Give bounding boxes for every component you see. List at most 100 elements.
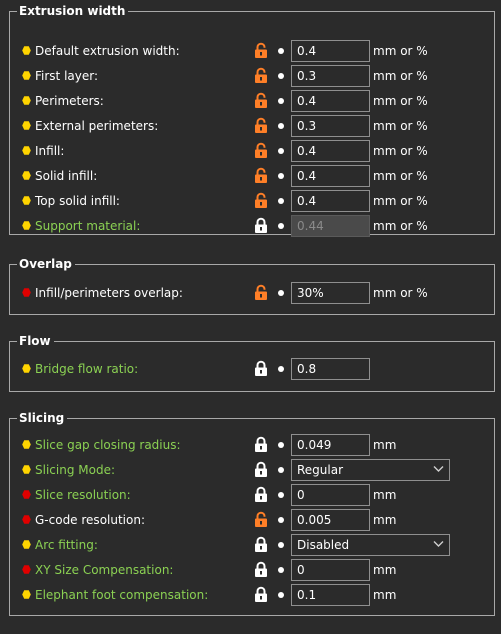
unit-support-material: mm or % [373, 219, 428, 233]
input-first-layer[interactable]: 0.3 [291, 65, 370, 87]
label-first-layer: First layer: [35, 69, 99, 83]
setting-row-slice-resolution: Slice resolution: 0 mm [10, 483, 494, 508]
group-title: Extrusion width [17, 3, 129, 19]
lock-locked-icon[interactable] [254, 461, 268, 478]
lock-unlocked-icon[interactable] [254, 117, 268, 134]
reset-dot-icon[interactable] [278, 467, 284, 473]
unit-g-code-resolution: mm [373, 513, 397, 527]
setting-row-bridge-flow-ratio: Bridge flow ratio: 0.8 [10, 357, 494, 382]
setting-row-xy-size-compensation: XY Size Compensation: 0 mm [10, 558, 494, 583]
reset-dot-icon[interactable] [278, 148, 284, 154]
group-title: Flow [17, 333, 54, 349]
label-top-solid-infill: Top solid infill: [35, 194, 120, 208]
label-solid-infill: Solid infill: [35, 169, 98, 183]
lock-unlocked-icon[interactable] [254, 167, 268, 184]
reset-dot-icon[interactable] [278, 290, 284, 296]
lock-unlocked-icon[interactable] [254, 511, 268, 528]
print-settings-panel: Extrusion width Default extrusion width: 0… [0, 0, 501, 634]
unit-slice-gap-closing-radius: mm [373, 438, 397, 452]
setting-row-slice-gap-closing-radius: Slice gap closing radius: 0.049 mm [10, 433, 494, 458]
unit-default-extrusion-width: mm or % [373, 44, 428, 58]
lock-locked-icon[interactable] [254, 360, 268, 377]
label-support-material: Support material: [35, 219, 141, 233]
reset-dot-icon[interactable] [278, 73, 284, 79]
red-bullet-icon [22, 288, 31, 297]
input-elephant-foot-compensation[interactable]: 0.1 [291, 584, 370, 606]
setting-row-elephant-foot-compensation: Elephant foot compensation: 0.1 mm [10, 583, 494, 608]
reset-dot-icon[interactable] [278, 442, 284, 448]
unit-infill-perimeters-overlap: mm or % [373, 286, 428, 300]
lock-locked-icon[interactable] [254, 486, 268, 503]
chevron-down-icon[interactable] [433, 465, 444, 473]
yellow-bullet-icon [22, 440, 31, 449]
input-bridge-flow-ratio[interactable]: 0.8 [291, 358, 370, 380]
reset-dot-icon[interactable] [278, 567, 284, 573]
select-value: Regular [297, 463, 344, 477]
label-bridge-flow-ratio: Bridge flow ratio: [35, 362, 139, 376]
input-infill-perimeters-overlap[interactable]: 30% [291, 282, 370, 304]
reset-dot-icon[interactable] [278, 48, 284, 54]
setting-row-g-code-resolution: G-code resolution: 0.005 mm [10, 508, 494, 533]
reset-dot-icon[interactable] [278, 198, 284, 204]
input-solid-infill[interactable]: 0.4 [291, 165, 370, 187]
red-bullet-icon [22, 565, 31, 574]
unit-external-perimeters: mm or % [373, 119, 428, 133]
input-slice-resolution[interactable]: 0 [291, 484, 370, 506]
reset-dot-icon[interactable] [278, 173, 284, 179]
reset-dot-icon[interactable] [278, 223, 284, 229]
setting-row-first-layer: First layer: 0.3 mm or % [10, 64, 494, 89]
yellow-bullet-icon [22, 96, 31, 105]
input-g-code-resolution[interactable]: 0.005 [291, 509, 370, 531]
input-infill[interactable]: 0.4 [291, 140, 370, 162]
chevron-down-icon[interactable] [433, 540, 444, 548]
lock-unlocked-icon[interactable] [254, 142, 268, 159]
label-infill: Infill: [35, 144, 65, 158]
lock-unlocked-icon[interactable] [254, 42, 268, 59]
reset-dot-icon[interactable] [278, 366, 284, 372]
unit-slice-resolution: mm [373, 488, 397, 502]
input-default-extrusion-width[interactable]: 0.4 [291, 40, 370, 62]
lock-locked-icon[interactable] [254, 561, 268, 578]
unit-solid-infill: mm or % [373, 169, 428, 183]
reset-dot-icon[interactable] [278, 492, 284, 498]
lock-locked-icon[interactable] [254, 536, 268, 553]
input-xy-size-compensation[interactable]: 0 [291, 559, 370, 581]
reset-dot-icon[interactable] [278, 542, 284, 548]
reset-dot-icon[interactable] [278, 123, 284, 129]
setting-row-arc-fitting: Arc fitting: Disabled [10, 533, 494, 558]
label-g-code-resolution: G-code resolution: [35, 513, 145, 527]
lock-unlocked-icon[interactable] [254, 192, 268, 209]
reset-dot-icon[interactable] [278, 98, 284, 104]
red-bullet-icon [22, 515, 31, 524]
lock-locked-icon[interactable] [254, 217, 268, 234]
yellow-bullet-icon [22, 121, 31, 130]
setting-row-support-material: Support material: 0.44 mm or % [10, 214, 494, 239]
input-slice-gap-closing-radius[interactable]: 0.049 [291, 434, 370, 456]
yellow-bullet-icon [22, 540, 31, 549]
group-title: Overlap [17, 256, 75, 272]
reset-dot-icon[interactable] [278, 592, 284, 598]
yellow-bullet-icon [22, 196, 31, 205]
input-top-solid-infill[interactable]: 0.4 [291, 190, 370, 212]
lock-locked-icon[interactable] [254, 586, 268, 603]
lock-locked-icon[interactable] [254, 436, 268, 453]
unit-perimeters: mm or % [373, 94, 428, 108]
setting-row-top-solid-infill: Top solid infill: 0.4 mm or % [10, 189, 494, 214]
select-slicing-mode[interactable]: Regular [291, 459, 450, 481]
label-slice-gap-closing-radius: Slice gap closing radius: [35, 438, 181, 452]
label-elephant-foot-compensation: Elephant foot compensation: [35, 588, 209, 602]
label-external-perimeters: External perimeters: [35, 119, 159, 133]
input-support-material: 0.44 [291, 215, 370, 237]
lock-unlocked-icon[interactable] [254, 92, 268, 109]
reset-dot-icon[interactable] [278, 517, 284, 523]
setting-row-perimeters: Perimeters: 0.4 mm or % [10, 89, 494, 114]
setting-row-default-extrusion-width: Default extrusion width: 0.4 mm or % [10, 39, 494, 64]
yellow-bullet-icon [22, 221, 31, 230]
group-title: Slicing [17, 410, 68, 426]
select-arc-fitting[interactable]: Disabled [291, 534, 450, 556]
lock-unlocked-icon[interactable] [254, 284, 268, 301]
label-slice-resolution: Slice resolution: [35, 488, 131, 502]
input-perimeters[interactable]: 0.4 [291, 90, 370, 112]
lock-unlocked-icon[interactable] [254, 67, 268, 84]
input-external-perimeters[interactable]: 0.3 [291, 115, 370, 137]
